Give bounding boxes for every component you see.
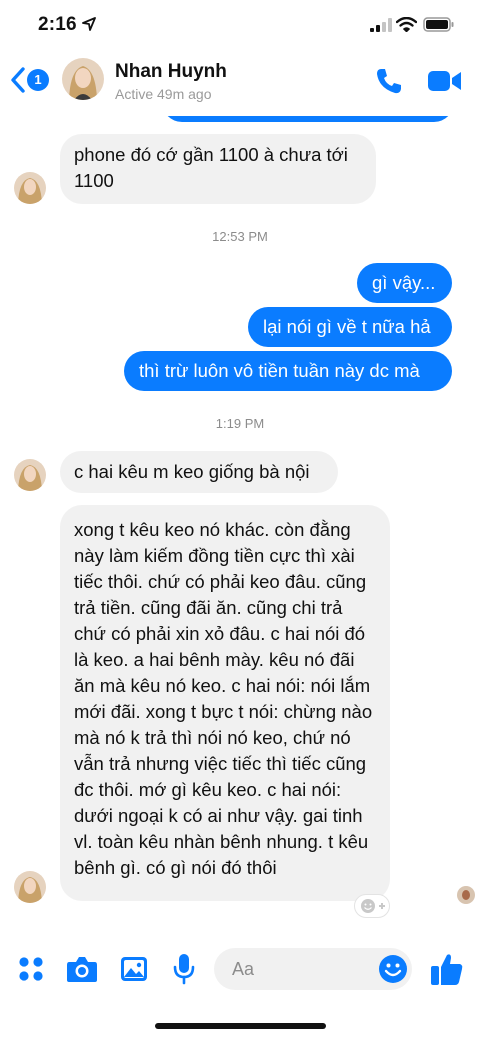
- message-text: xong t kêu keo nó khác. còn đằng này làm…: [74, 519, 373, 878]
- message-bubble[interactable]: xong t kêu keo nó khác. còn đằng này làm…: [60, 505, 390, 901]
- composer-bar: Aa: [0, 944, 480, 996]
- home-indicator[interactable]: [155, 1023, 326, 1029]
- message-bubble[interactable]: thì trừ luôn vô tiền tuần này dc mà: [124, 351, 452, 391]
- signal-icon: [370, 18, 392, 32]
- message-bubble[interactable]: gì vậy...: [357, 263, 452, 303]
- contact-avatar[interactable]: [62, 58, 104, 100]
- message-thread[interactable]: phone đó cớ gần 1100 à chưa tới 1100 12:…: [0, 96, 480, 931]
- battery-icon: [423, 17, 454, 32]
- contact-avatar-small[interactable]: [14, 459, 46, 491]
- back-chevron-icon: [11, 67, 25, 93]
- microphone-icon[interactable]: [173, 953, 195, 985]
- message-input[interactable]: Aa: [214, 948, 412, 990]
- wifi-icon: [396, 17, 417, 32]
- timestamp: 1:19 PM: [215, 416, 265, 431]
- gallery-icon[interactable]: [120, 956, 148, 982]
- message-text: gì vậy...: [372, 272, 436, 293]
- active-status: Active 49m ago: [115, 86, 212, 102]
- video-camera-icon[interactable]: [428, 70, 462, 92]
- message-text: phone đó cớ gần 1100 à chưa tới 1100: [74, 144, 348, 191]
- camera-icon[interactable]: [66, 955, 98, 983]
- status-time: 2:16: [38, 14, 77, 35]
- message-input-placeholder: Aa: [232, 959, 255, 979]
- unread-badge[interactable]: 1: [27, 69, 49, 91]
- phone-icon[interactable]: [374, 66, 404, 96]
- add-reaction-button[interactable]: [354, 894, 390, 918]
- thumbs-up-icon[interactable]: [430, 952, 464, 986]
- emoji-icon[interactable]: [378, 954, 408, 984]
- contact-avatar-small[interactable]: [14, 871, 46, 903]
- message-text: lại nói gì về t nữa hả: [263, 316, 431, 337]
- timestamp: 12:53 PM: [212, 229, 268, 244]
- conversation-header: 1 Nhan Huynh Active 49m ago: [0, 48, 480, 116]
- contact-avatar-small[interactable]: [14, 172, 46, 204]
- contact-name[interactable]: Nhan Huynh: [115, 61, 227, 83]
- message-text: thì trừ luôn vô tiền tuần này dc mà: [139, 360, 420, 381]
- seen-indicator-avatar: [457, 886, 475, 904]
- apps-grid-icon[interactable]: [18, 956, 44, 982]
- message-bubble[interactable]: lại nói gì về t nữa hả: [248, 307, 452, 347]
- status-bar: 2:16: [0, 0, 480, 48]
- message-text: c hai kêu m keo giống bà nội: [74, 461, 310, 482]
- message-bubble[interactable]: c hai kêu m keo giống bà nội: [60, 451, 338, 493]
- message-bubble[interactable]: phone đó cớ gần 1100 à chưa tới 1100: [60, 134, 376, 204]
- location-arrow-icon: [82, 17, 96, 31]
- add-reaction-icon: [361, 899, 385, 913]
